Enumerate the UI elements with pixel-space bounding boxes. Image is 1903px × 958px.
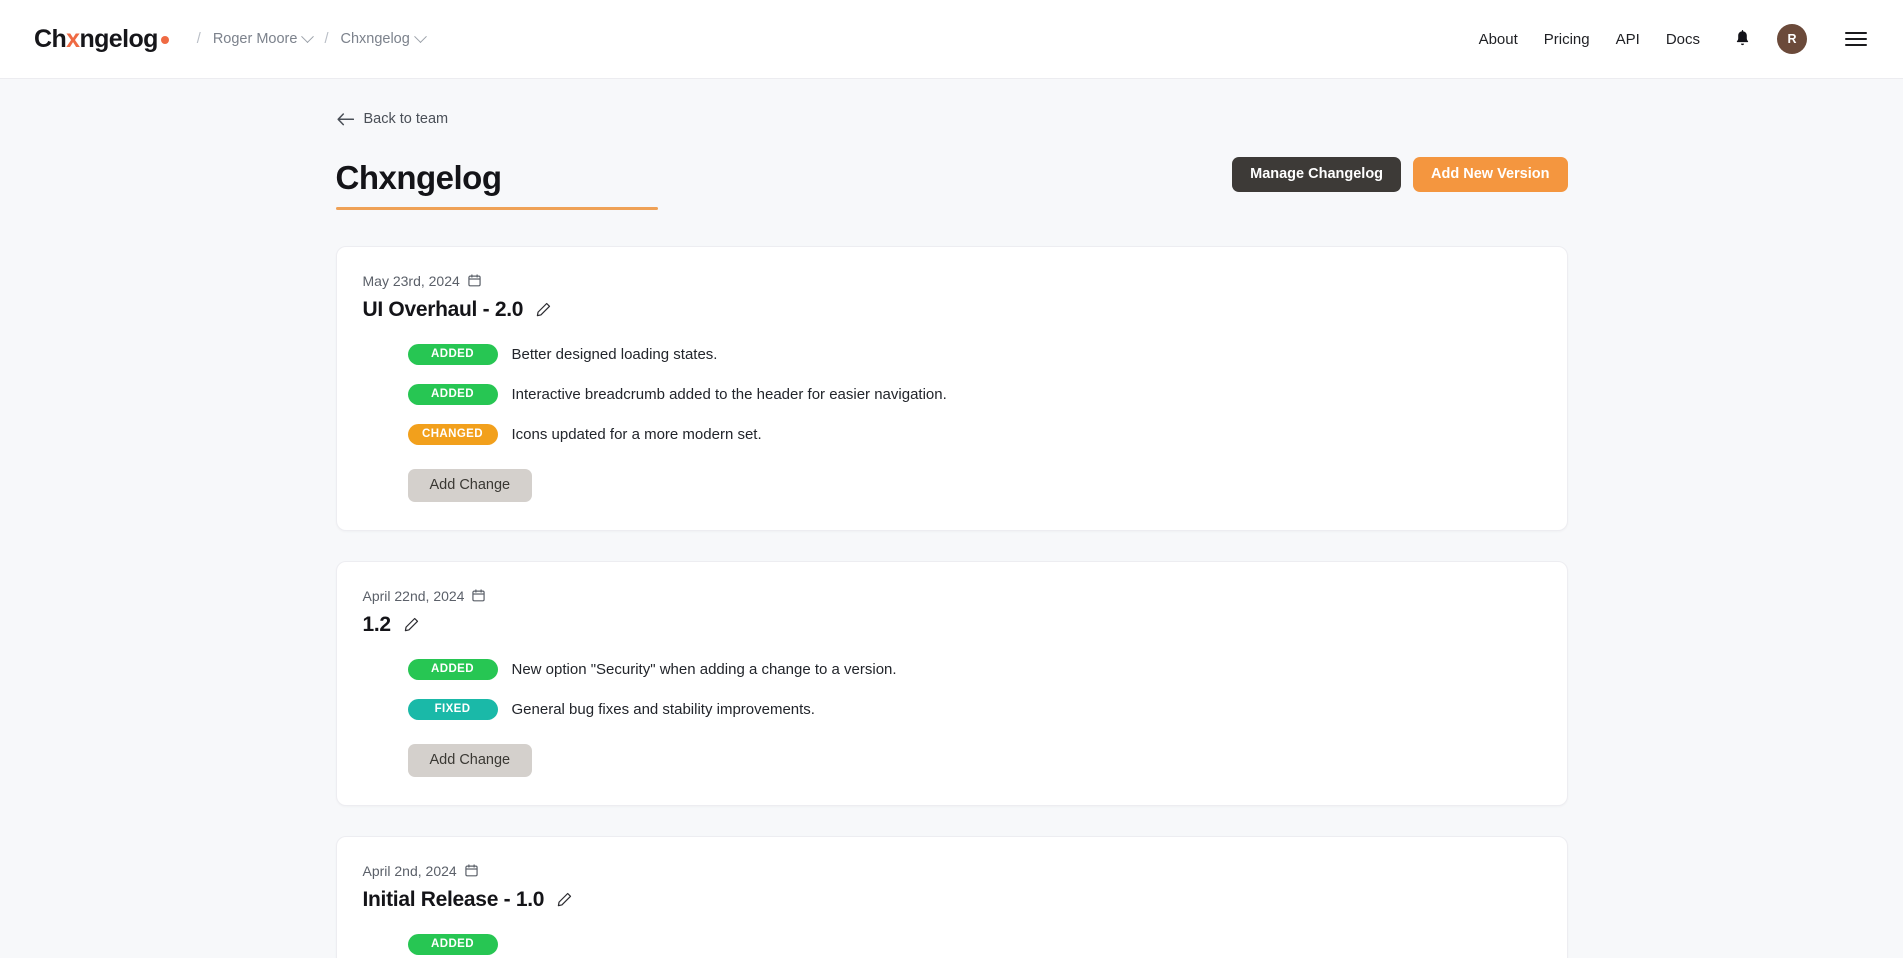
change-item: CHANGED Icons updated for a more modern …: [408, 424, 1537, 445]
version-title: 1.2: [363, 613, 391, 637]
arrow-left-icon: [337, 113, 354, 126]
change-description: Interactive breadcrumb added to the head…: [512, 386, 947, 403]
change-tag-badge: ADDED: [408, 384, 498, 405]
logo-text-post: ngelog: [79, 25, 157, 54]
app-logo[interactable]: Chxngelog: [34, 25, 169, 54]
pencil-icon[interactable]: [557, 892, 572, 907]
version-title: UI Overhaul - 2.0: [363, 298, 524, 322]
change-tag-badge: ADDED: [408, 934, 498, 955]
change-list: ADDED New option "Security" when adding …: [363, 659, 1537, 720]
change-tag-badge: ADDED: [408, 659, 498, 680]
version-card: April 2nd, 2024 Initial Release - 1.0: [336, 836, 1568, 958]
version-date-row: April 22nd, 2024: [363, 588, 1537, 604]
avatar[interactable]: R: [1777, 24, 1807, 54]
calendar-icon: [465, 864, 478, 877]
avatar-initial: R: [1787, 32, 1796, 46]
change-item: FIXED General bug fixes and stability im…: [408, 699, 1537, 720]
breadcrumb-team-label: Roger Moore: [213, 31, 298, 47]
breadcrumb-separator-2: /: [324, 31, 328, 47]
nav-link-about[interactable]: About: [1479, 31, 1518, 48]
page-actions: Manage Changelog Add New Version: [1232, 157, 1567, 210]
change-tag-badge: CHANGED: [408, 424, 498, 445]
version-card: May 23rd, 2024 UI Overhaul - 2.0: [336, 246, 1568, 531]
add-change-button[interactable]: Add Change: [408, 744, 533, 777]
change-item: ADDED: [408, 934, 1537, 955]
page-title-block: Chxngelog: [336, 159, 658, 210]
version-date: April 2nd, 2024: [363, 863, 457, 879]
nav-link-docs[interactable]: Docs: [1666, 31, 1700, 48]
hamburger-line: [1845, 44, 1867, 46]
change-description: New option "Security" when adding a chan…: [512, 661, 897, 678]
change-list: ADDED: [363, 934, 1537, 955]
nav-link-api[interactable]: API: [1616, 31, 1640, 48]
page-title: Chxngelog: [336, 159, 658, 207]
version-title-row: 1.2: [363, 613, 1537, 637]
version-date-row: May 23rd, 2024: [363, 273, 1537, 289]
version-title: Initial Release - 1.0: [363, 888, 545, 912]
change-list: ADDED Better designed loading states. AD…: [363, 344, 1537, 445]
breadcrumb: / Roger Moore / Chxngelog: [197, 31, 425, 47]
breadcrumb-item-project[interactable]: Chxngelog: [340, 31, 424, 47]
version-list: May 23rd, 2024 UI Overhaul - 2.0: [336, 246, 1568, 958]
content-container: Back to team Chxngelog Manage Changelog …: [336, 79, 1568, 958]
version-title-row: UI Overhaul - 2.0: [363, 298, 1537, 322]
change-item: ADDED New option "Security" when adding …: [408, 659, 1537, 680]
version-date: May 23rd, 2024: [363, 273, 460, 289]
page-body: Back to team Chxngelog Manage Changelog …: [0, 79, 1903, 958]
calendar-icon: [472, 589, 485, 602]
main-navigation: About Pricing API Docs R: [1479, 24, 1867, 54]
logo-text-pre: Ch: [34, 25, 66, 54]
pencil-icon[interactable]: [404, 617, 419, 632]
change-tag-badge: FIXED: [408, 699, 498, 720]
version-date-row: April 2nd, 2024: [363, 863, 1537, 879]
version-title-row: Initial Release - 1.0: [363, 888, 1537, 912]
change-description: General bug fixes and stability improvem…: [512, 701, 815, 718]
hamburger-line: [1845, 32, 1867, 34]
change-description: Better designed loading states.: [512, 346, 718, 363]
add-new-version-button[interactable]: Add New Version: [1413, 157, 1567, 192]
back-to-team-link[interactable]: Back to team: [337, 111, 449, 127]
change-item: ADDED Better designed loading states.: [408, 344, 1537, 365]
add-change-button[interactable]: Add Change: [408, 469, 533, 502]
calendar-icon: [468, 274, 481, 287]
change-tag-badge: ADDED: [408, 344, 498, 365]
breadcrumb-project-label: Chxngelog: [340, 31, 409, 47]
manage-changelog-button[interactable]: Manage Changelog: [1232, 157, 1401, 192]
breadcrumb-separator-1: /: [197, 31, 201, 47]
version-date: April 22nd, 2024: [363, 588, 465, 604]
breadcrumb-item-team[interactable]: Roger Moore: [213, 31, 313, 47]
logo-dot-icon: [161, 36, 169, 44]
back-to-team-label: Back to team: [364, 111, 449, 127]
hamburger-menu-icon[interactable]: [1845, 32, 1867, 47]
change-item: ADDED Interactive breadcrumb added to th…: [408, 384, 1537, 405]
change-description: Icons updated for a more modern set.: [512, 426, 762, 443]
page-title-row: Chxngelog Manage Changelog Add New Versi…: [336, 157, 1568, 210]
chevron-down-icon: [302, 30, 315, 43]
version-card: April 22nd, 2024 1.2: [336, 561, 1568, 806]
nav-link-pricing[interactable]: Pricing: [1544, 31, 1590, 48]
pencil-icon[interactable]: [536, 302, 551, 317]
logo-text-x: x: [66, 25, 79, 54]
bell-icon[interactable]: [1734, 30, 1751, 48]
chevron-down-icon: [414, 30, 427, 43]
top-navigation-bar: Chxngelog / Roger Moore / Chxngelog Abou…: [0, 0, 1903, 79]
title-underline: [336, 207, 658, 210]
hamburger-line: [1845, 38, 1867, 40]
